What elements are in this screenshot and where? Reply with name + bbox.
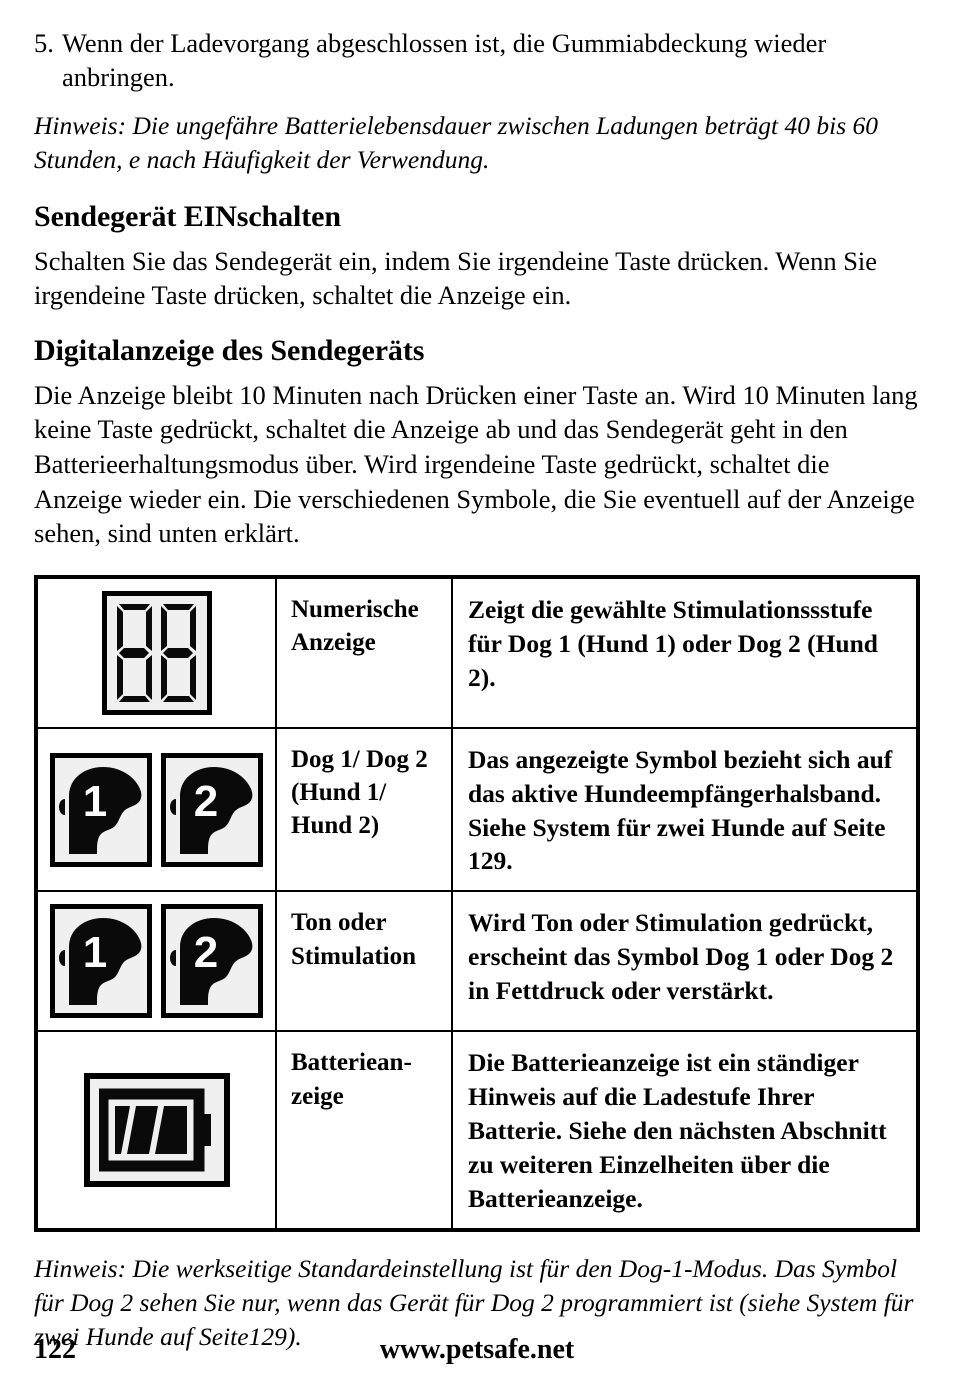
paragraph-power-on: Schalten Sie das Sendegerät ein, indem S… [34, 245, 878, 311]
svg-text:2: 2 [194, 928, 218, 977]
paragraph-digital-display: Die Anzeige bleibt 10 Minuten nach Drück… [34, 379, 918, 549]
description-numeric-display: Zeigt die gewählte Stimulationssstufe fü… [451, 575, 919, 729]
manual-page: 5. Wenn der Ladevorgang abgeschlossen is… [0, 0, 954, 1400]
label-tone-stimulation: Ton oder Stimulation [275, 890, 453, 1033]
svg-text:1: 1 [83, 777, 107, 826]
dog-1-icon: 1 [50, 752, 152, 867]
dog-2-icon: 2 [161, 904, 263, 1019]
svg-text:1: 1 [83, 928, 107, 977]
table-row: 1 2 Dog 1/ Dog 2 (Hund 1/ Hund 2) Das an… [35, 726, 919, 893]
step-text: Wenn der Ladevorgang abgeschlossen ist, … [62, 28, 827, 93]
seven-segment-display-icon [101, 590, 212, 715]
svg-text:2: 2 [194, 777, 218, 826]
dog-2-icon: 2 [161, 752, 263, 867]
heading-digital-display: Digitalanzeige des Sendegeräts [34, 333, 425, 367]
heading-power-on: Sendegerät EINschalten [34, 199, 341, 233]
icon-cell-dog-selection: 1 2 [35, 726, 277, 893]
table-row: 1 2 Ton oder Stimulation Wird Ton oder S… [35, 890, 919, 1033]
battery-indicator-icon [83, 1073, 230, 1188]
icon-cell-numeric-display [35, 575, 277, 729]
step-number: 5. [34, 28, 54, 58]
description-battery: Die Batterieanzeige ist ein ständiger Hi… [451, 1030, 919, 1231]
note-battery-life: Hinweis: Die ungefähre Batterielebensdau… [34, 110, 878, 174]
description-dog-selection: Das angezeigte Symbol bezieht sich auf d… [451, 726, 919, 893]
website-url: www.petsafe.net [379, 1334, 575, 1365]
icon-cell-battery [35, 1030, 277, 1231]
table-row: Batteriean- zeige Die Batterieanzeige is… [35, 1030, 919, 1231]
label-numeric-display: Numerische Anzeige [275, 575, 453, 729]
label-battery: Batteriean- zeige [275, 1030, 453, 1231]
dog-head-pair-icon: 1 2 [44, 752, 269, 867]
dog-head-pair-icon: 1 2 [44, 904, 269, 1019]
icon-cell-tone-stimulation: 1 2 [35, 890, 277, 1033]
description-tone-stimulation: Wird Ton oder Stimulation gedrückt, ersc… [451, 890, 919, 1033]
table-row: Numerische Anzeige Zeigt die gewählte St… [35, 575, 919, 729]
numbered-step-5: 5. Wenn der Ladevorgang abgeschlossen is… [34, 26, 920, 95]
dog-1-icon: 1 [50, 904, 152, 1019]
page-footer: 122 www.petsafe.net [34, 1334, 920, 1374]
symbol-legend-table: Numerische Anzeige Zeigt die gewählte St… [34, 574, 920, 1232]
label-dog-selection: Dog 1/ Dog 2 (Hund 1/ Hund 2) [275, 726, 453, 893]
